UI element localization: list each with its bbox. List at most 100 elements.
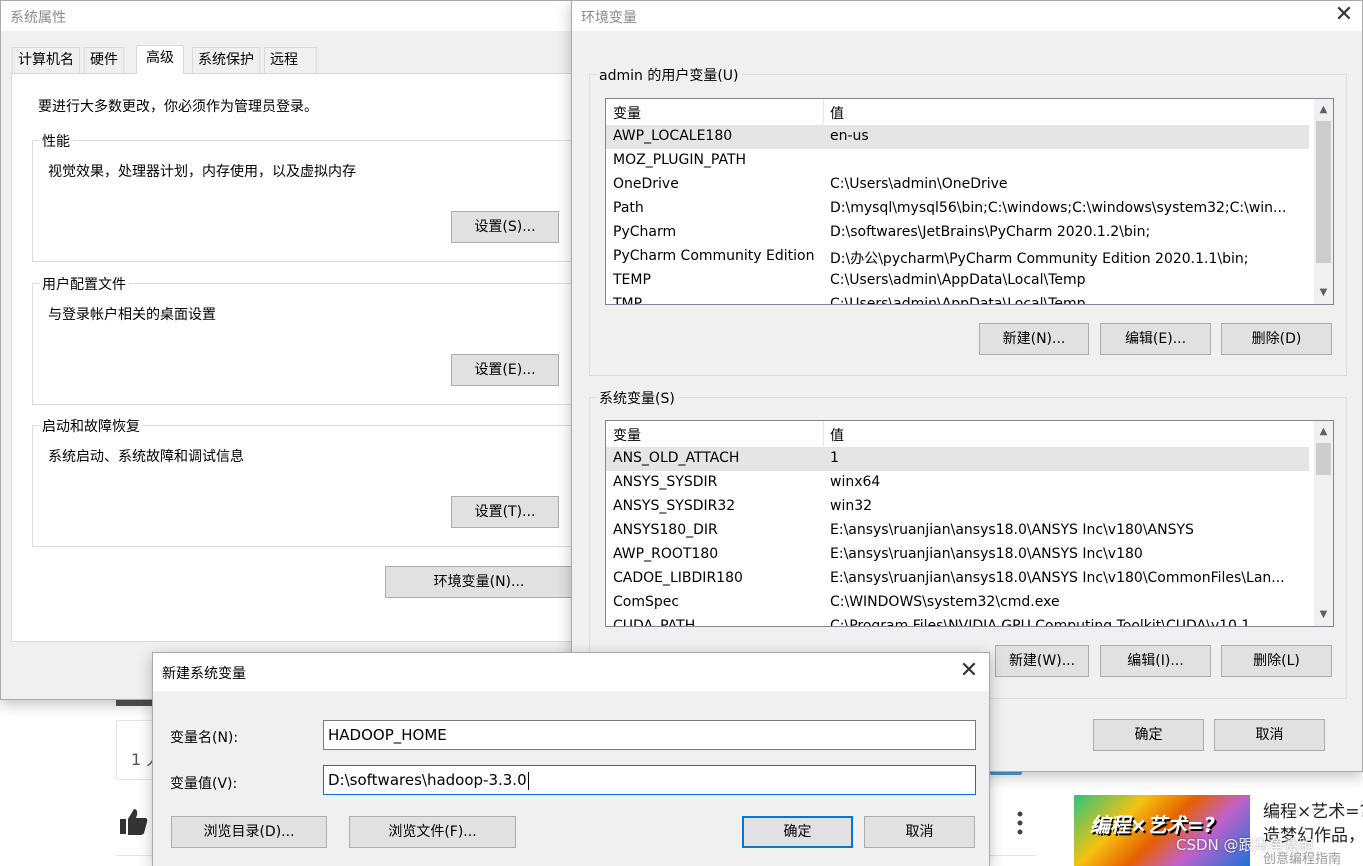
tab-hardware[interactable]: 硬件: [84, 47, 124, 73]
user-variables-list[interactable]: 变量 值 AWP_LOCALE180 en-us MOZ_PLUGIN_PATH …: [605, 98, 1334, 305]
close-icon[interactable]: ✕: [955, 659, 983, 685]
var-name: Path: [613, 200, 644, 216]
bg-divider: [116, 720, 156, 780]
system-delete-button[interactable]: 删除(L): [1221, 645, 1332, 677]
env-ok-button[interactable]: 确定: [1093, 719, 1204, 751]
thumbs-up-icon[interactable]: [118, 806, 150, 838]
table-row[interactable]: PyCharm Community Edition D:\办公\pycharm\P…: [606, 245, 1309, 269]
table-row[interactable]: AWP_LOCALE180 en-us: [606, 125, 1309, 149]
var-name: PyCharm Community Edition: [613, 248, 815, 264]
var-name: ANSYS_SYSDIR32: [613, 498, 736, 514]
new-var-titlebar[interactable]: 新建系统变量 ✕: [153, 653, 989, 691]
table-row[interactable]: CADOE_LIBDIR180 E:\ansys\ruanjian\ansys18…: [606, 567, 1309, 591]
table-row[interactable]: OneDrive C:\Users\admin\OneDrive: [606, 173, 1309, 197]
user-profiles-settings-button[interactable]: 设置(E)...: [451, 354, 559, 386]
table-row[interactable]: ANSYS180_DIR E:\ansys\ruanjian\ansys18.0\…: [606, 519, 1309, 543]
group-label: 启动和故障恢复: [39, 416, 143, 436]
more-vertical-icon[interactable]: [1012, 810, 1028, 836]
scroll-up-icon[interactable]: ▲: [1314, 423, 1333, 441]
table-row[interactable]: ComSpec C:\WINDOWS\system32\cmd.exe: [606, 591, 1309, 615]
env-cancel-button[interactable]: 取消: [1214, 719, 1325, 751]
system-properties-window: 系统属性 计算机名 硬件 高级 系统保护 远程 要进行大多数更改，你必须作为管理…: [0, 0, 600, 700]
scroll-up-icon[interactable]: ▲: [1314, 101, 1333, 119]
var-name: TMP: [613, 296, 643, 305]
system-edit-button[interactable]: 编辑(I)...: [1100, 645, 1211, 677]
col-header-variable[interactable]: 变量: [613, 103, 641, 123]
column-divider[interactable]: [823, 421, 824, 446]
table-row[interactable]: CUDA_PATH C:\Program Files\NVIDIA GPU Com…: [606, 615, 1309, 627]
table-row[interactable]: ANSYS_SYSDIR32 win32: [606, 495, 1309, 519]
tab-remote[interactable]: 远程: [264, 47, 317, 73]
group-label: admin 的用户变量(U): [596, 65, 742, 85]
table-row[interactable]: Path D:\mysql\mysql56\bin;C:\windows;C:\w…: [606, 197, 1309, 221]
advanced-tab-panel: 要进行大多数更改，你必须作为管理员登录。 性能 视觉效果，处理器计划，内存使用，…: [11, 73, 592, 642]
close-icon[interactable]: ✕: [1330, 3, 1358, 29]
text-caret: [527, 771, 529, 790]
system-new-button[interactable]: 新建(W)...: [995, 645, 1089, 677]
browse-directory-button[interactable]: 浏览目录(D)...: [171, 816, 327, 848]
env-titlebar[interactable]: 环境变量 ✕: [572, 1, 1362, 31]
var-name: AWP_ROOT180: [613, 546, 719, 562]
tab-advanced[interactable]: 高级: [136, 45, 184, 74]
table-row[interactable]: PyCharm D:\softwares\JetBrains\PyCharm 20…: [606, 221, 1309, 245]
scroll-down-icon[interactable]: ▼: [1314, 606, 1333, 624]
var-name: AWP_LOCALE180: [613, 128, 733, 144]
table-row[interactable]: ANSYS_SYSDIR winx64: [606, 471, 1309, 495]
variable-value-input[interactable]: D:\softwares\hadoop-3.3.0: [323, 765, 976, 795]
variable-value-text: D:\softwares\hadoop-3.3.0: [328, 771, 527, 789]
new-system-variable-dialog: 新建系统变量 ✕ 变量名(N): HADOOP_HOME 变量值(V): D:\…: [152, 652, 990, 866]
var-value: E:\ansys\ruanjian\ansys18.0\ANSYS Inc\v1…: [830, 522, 1194, 538]
article-thumbnail[interactable]: 编程×艺术=?: [1074, 795, 1250, 866]
list-header: 变量 值: [606, 421, 1333, 446]
scroll-down-icon[interactable]: ▼: [1314, 284, 1333, 302]
vertical-scrollbar[interactable]: ▲ ▼: [1314, 421, 1333, 626]
var-value: C:\WINDOWS\system32\cmd.exe: [830, 594, 1060, 610]
system-variables-list[interactable]: 变量 值 ANS_OLD_ATTACH 1 ANSYS_SYSDIR winx64 …: [605, 420, 1334, 627]
performance-settings-button[interactable]: 设置(S)...: [451, 211, 559, 243]
var-name: CADOE_LIBDIR180: [613, 570, 743, 586]
table-row[interactable]: TMP C:\Users\admin\AppData\Local\Temp: [606, 293, 1309, 305]
table-row[interactable]: AWP_ROOT180 E:\ansys\ruanjian\ansys18.0\A…: [606, 543, 1309, 567]
table-row[interactable]: ANS_OLD_ATTACH 1: [606, 447, 1309, 471]
user-new-button[interactable]: 新建(N)...: [979, 323, 1089, 355]
group-label: 系统变量(S): [596, 388, 678, 408]
startup-settings-button[interactable]: 设置(T)...: [451, 496, 559, 528]
column-divider[interactable]: [823, 99, 824, 124]
col-header-value[interactable]: 值: [830, 103, 844, 123]
var-value: E:\ansys\ruanjian\ansys18.0\ANSYS Inc\v1…: [830, 546, 1143, 562]
var-value: E:\ansys\ruanjian\ansys18.0\ANSYS Inc\v1…: [830, 570, 1285, 586]
var-value: D:\softwares\JetBrains\PyCharm 2020.1.2\…: [830, 224, 1151, 240]
var-name: ComSpec: [613, 594, 680, 610]
system-properties-titlebar[interactable]: 系统属性: [1, 1, 599, 31]
window-title: 系统属性: [10, 10, 66, 26]
scrollbar-thumb[interactable]: [1316, 121, 1331, 263]
tab-computer-name[interactable]: 计算机名: [12, 47, 80, 73]
vertical-scrollbar[interactable]: ▲ ▼: [1314, 99, 1333, 304]
dialog-cancel-button[interactable]: 取消: [864, 816, 975, 848]
var-name: TEMP: [613, 272, 651, 288]
browse-file-button[interactable]: 浏览文件(F)...: [349, 816, 516, 848]
var-value: C:\Program Files\NVIDIA GPU Computing To…: [830, 618, 1251, 627]
table-row[interactable]: MOZ_PLUGIN_PATH: [606, 149, 1309, 173]
var-name: ANSYS_SYSDIR: [613, 474, 718, 490]
watermark: CSDN @跟马角赛跑: [1176, 836, 1314, 854]
window-title: 环境变量: [581, 10, 637, 26]
variable-name-input[interactable]: HADOOP_HOME: [323, 720, 976, 750]
user-edit-button[interactable]: 编辑(E)...: [1100, 323, 1211, 355]
var-value: C:\Users\admin\OneDrive: [830, 176, 1008, 192]
col-header-value[interactable]: 值: [830, 425, 844, 445]
col-header-variable[interactable]: 变量: [613, 425, 641, 445]
environment-variables-button[interactable]: 环境变量(N)...: [385, 566, 573, 598]
article-title-line1[interactable]: 编程×艺术=?: [1263, 797, 1363, 822]
var-name: ANSYS180_DIR: [613, 522, 718, 538]
table-row[interactable]: TEMP C:\Users\admin\AppData\Local\Temp: [606, 269, 1309, 293]
tab-system-protection[interactable]: 系统保护: [192, 47, 260, 73]
scrollbar-thumb[interactable]: [1316, 443, 1331, 475]
var-value: en-us: [830, 128, 869, 144]
var-name: ANS_OLD_ATTACH: [613, 450, 740, 466]
user-delete-button[interactable]: 删除(D): [1221, 323, 1332, 355]
var-name: CUDA_PATH: [613, 618, 696, 627]
dialog-ok-button[interactable]: 确定: [742, 816, 853, 848]
performance-group: 性能 视觉效果，处理器计划，内存使用，以及虚拟内存 设置(S)...: [32, 131, 592, 262]
startup-recovery-group: 启动和故障恢复 系统启动、系统故障和调试信息 设置(T)...: [32, 416, 592, 547]
